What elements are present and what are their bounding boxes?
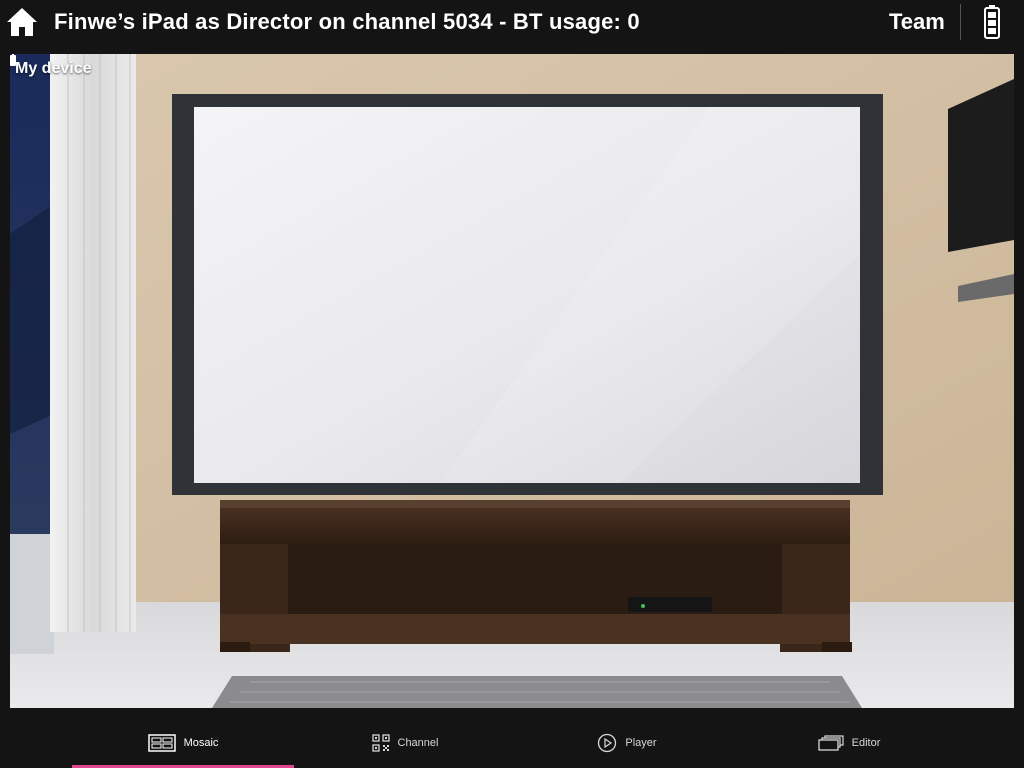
home-icon — [7, 8, 37, 36]
room-scene — [10, 54, 1014, 708]
home-button[interactable] — [6, 6, 38, 38]
play-circle-icon — [598, 733, 617, 753]
tab-label: Channel — [397, 737, 439, 749]
divider — [960, 4, 961, 40]
device-label: My device — [15, 60, 92, 77]
qr-code-icon — [371, 734, 390, 752]
team-button[interactable]: Team — [889, 9, 945, 35]
battery-icon — [984, 5, 1000, 39]
tab-player[interactable]: Player — [516, 718, 738, 768]
top-bar: Finwe’s iPad as Director on channel 5034… — [0, 0, 1024, 44]
device-viewport[interactable]: My device — [10, 54, 1014, 708]
battery-icon — [10, 54, 16, 66]
tab-channel[interactable]: Channel — [294, 718, 516, 768]
page-title: Finwe’s iPad as Director on channel 5034… — [54, 9, 640, 34]
mosaic-icon — [147, 734, 176, 752]
tab-label: Mosaic — [183, 737, 219, 749]
tab-editor[interactable]: Editor — [738, 718, 960, 768]
tab-mosaic[interactable]: Mosaic — [72, 718, 294, 768]
tab-bar: Mosaic Channel Player Editor — [0, 718, 1024, 768]
tab-label: Editor — [851, 737, 881, 749]
editor-stack-icon — [817, 735, 844, 751]
tab-label: Player — [625, 737, 657, 749]
